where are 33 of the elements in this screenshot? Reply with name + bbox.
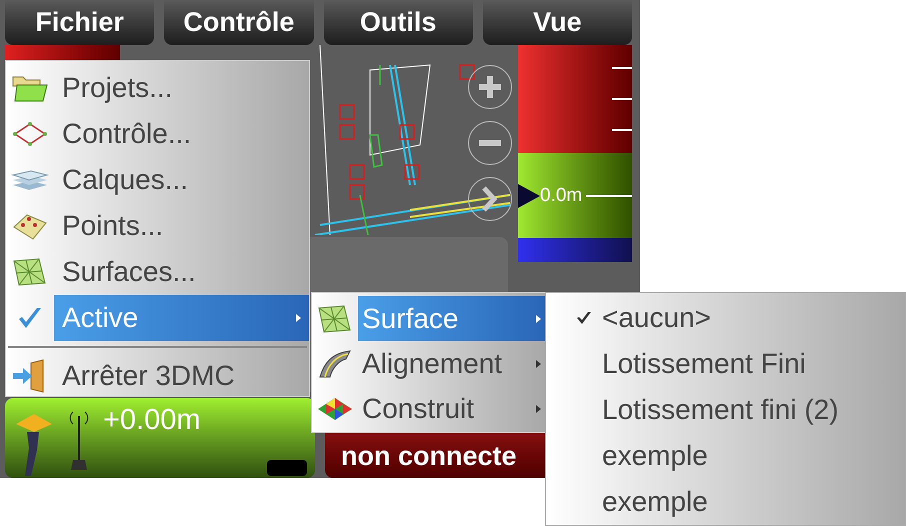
menu-item[interactable]: Alignement <box>312 341 545 387</box>
connection-status: non connecte <box>341 443 517 470</box>
menu-item[interactable]: Calques... <box>6 157 309 203</box>
diamond-icon <box>11 119 49 149</box>
menu-item[interactable]: Contrôle... <box>6 111 309 157</box>
plus-icon <box>476 73 504 101</box>
pointer-icon <box>518 184 540 208</box>
minus-icon <box>479 140 501 146</box>
menu-item[interactable]: exemple <box>546 479 905 525</box>
menu-item[interactable]: Surfaces... <box>6 249 309 295</box>
caret-icon <box>536 405 541 414</box>
menu-button[interactable]: Fichier <box>5 0 154 45</box>
checkmark-icon <box>17 306 43 330</box>
scale-reading: 0.0m <box>540 186 582 205</box>
zoom-in-button[interactable] <box>468 65 512 109</box>
menu-item[interactable]: Projets... <box>6 65 309 111</box>
menu-item[interactable]: exemple <box>546 433 905 479</box>
battery-bar <box>267 460 307 476</box>
next-button[interactable] <box>468 177 512 221</box>
menu-item[interactable]: Arrêter 3DMC <box>6 353 309 399</box>
caret-icon <box>536 360 541 368</box>
menu-item[interactable]: Points... <box>6 203 309 249</box>
zoom-out-button[interactable] <box>468 121 512 165</box>
menu-item[interactable]: <aucun> <box>546 295 905 341</box>
menu-button[interactable]: Outils <box>324 0 473 45</box>
menu-item[interactable]: Lotissement Fini <box>546 341 905 387</box>
menu-button[interactable]: Contrôle <box>164 0 314 45</box>
caret-icon <box>536 314 541 323</box>
elevation-value: +0.00m <box>103 406 201 435</box>
menu-button[interactable]: Vue <box>482 0 632 45</box>
antenna-icon <box>67 410 91 472</box>
menu-item[interactable]: Construit <box>312 386 545 432</box>
menu-item[interactable]: Lotissement fini (2) <box>546 387 905 433</box>
